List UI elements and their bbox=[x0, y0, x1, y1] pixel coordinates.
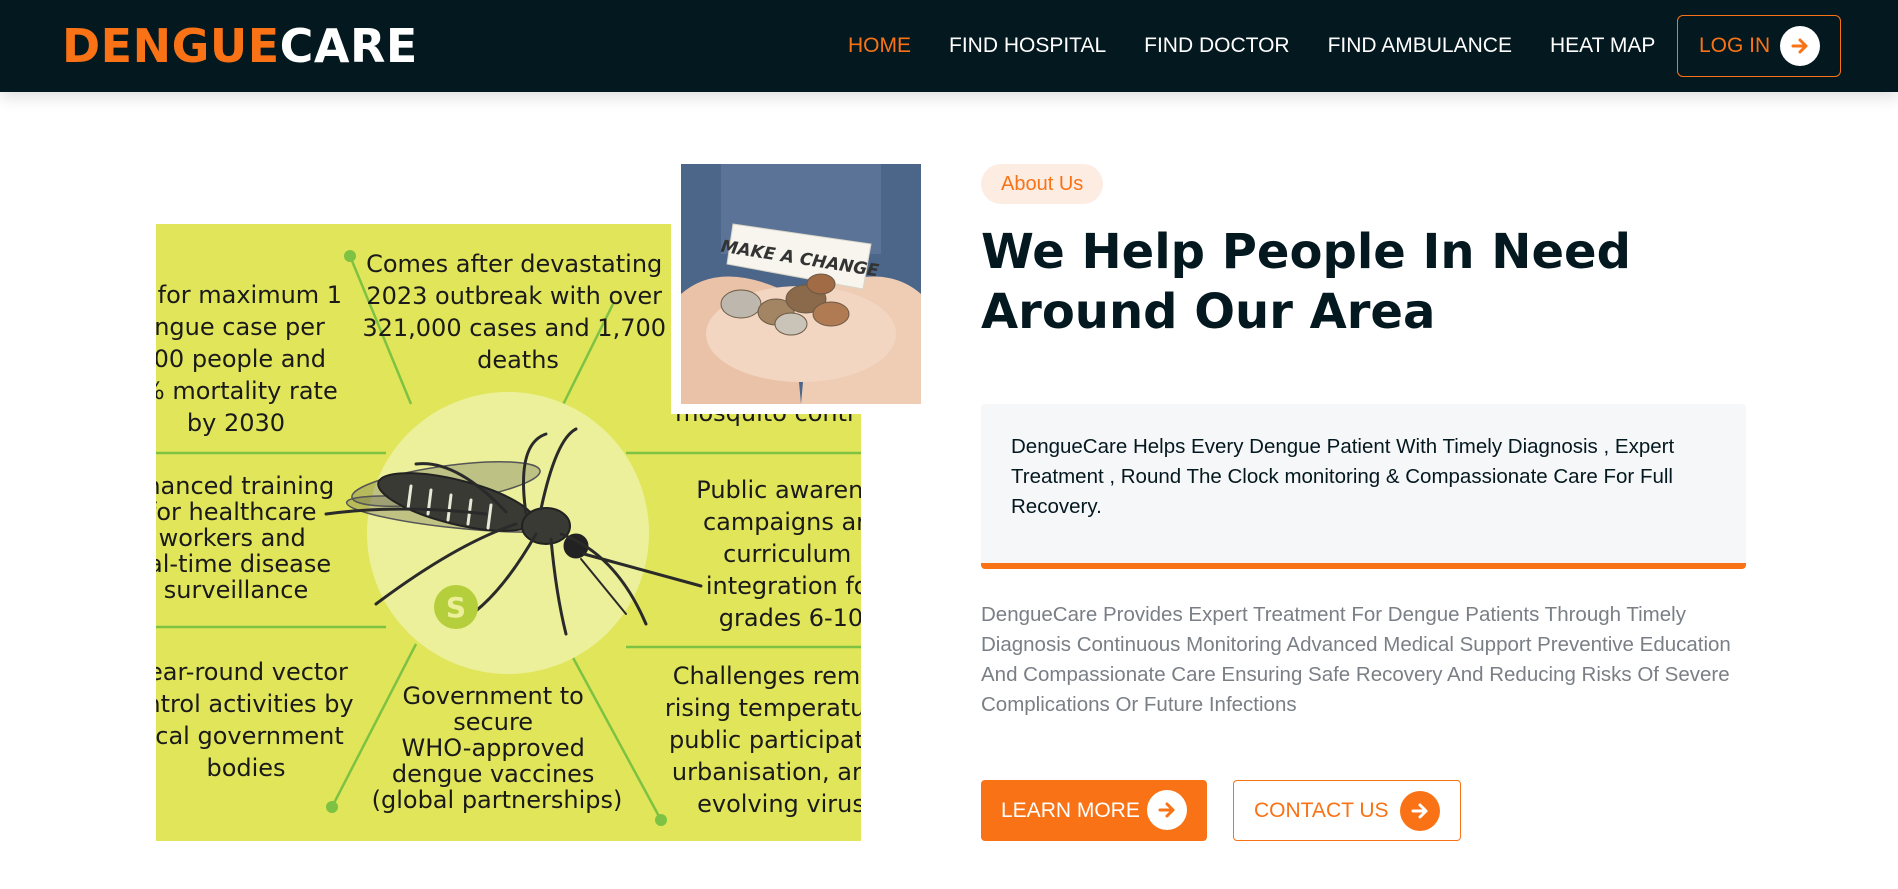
arrow-right-circle-icon bbox=[1780, 26, 1820, 66]
contact-us-label: CONTACT US bbox=[1254, 798, 1389, 822]
nav-item-find-hospital[interactable]: FIND HOSPITAL bbox=[949, 33, 1106, 59]
about-heading: We Help People In Need Around Our Area bbox=[981, 224, 1631, 340]
infographic-block-bottom-left: Year-round vector ontrol activities by o… bbox=[156, 658, 361, 782]
about-us-badge: About Us bbox=[981, 164, 1104, 204]
brand-logo-part-dengue: DENGUE bbox=[62, 19, 280, 73]
infographic-block-middle-left: nhanced training for healthcare workers … bbox=[156, 472, 342, 604]
nav-item-home[interactable]: HOME bbox=[848, 33, 911, 59]
login-button[interactable]: LOG IN bbox=[1677, 15, 1841, 77]
infographic-block-bottom-right: Challenges remai rising temperature publ… bbox=[665, 662, 861, 818]
learn-more-button[interactable]: LEARN MORE bbox=[981, 780, 1207, 841]
infographic-block-top-left: ns for maximum 1 engue case per 000 peop… bbox=[156, 281, 350, 437]
contact-us-button[interactable]: CONTACT US bbox=[1233, 780, 1461, 841]
brand-logo[interactable]: DENGUECARE bbox=[62, 18, 418, 74]
main-nav: HOME FIND HOSPITAL FIND DOCTOR FIND AMBU… bbox=[848, 33, 1655, 59]
learn-more-label: LEARN MORE bbox=[1001, 798, 1140, 822]
top-navbar: DENGUECARE HOME FIND HOSPITAL FIND DOCTO… bbox=[0, 0, 1898, 92]
highlight-text: DengueCare Helps Every Dengue Patient Wi… bbox=[1011, 435, 1675, 518]
nav-item-heat-map[interactable]: HEAT MAP bbox=[1550, 33, 1655, 59]
infographic-block-bottom-center: Government to secure WHO-approved dengue… bbox=[372, 682, 623, 814]
login-button-label: LOG IN bbox=[1699, 34, 1771, 57]
brand-logo-part-care: CARE bbox=[279, 19, 418, 73]
nav-item-find-ambulance[interactable]: FIND AMBULANCE bbox=[1328, 33, 1512, 59]
infographic-block-top-center: Comes after devastating 2023 outbreak wi… bbox=[362, 250, 673, 374]
arrow-right-circle-icon bbox=[1147, 790, 1187, 830]
infographic-block-middle-right: Public awarene campaigns an curriculum i… bbox=[696, 476, 861, 632]
about-description: DengueCare Provides Expert Treatment For… bbox=[981, 603, 1731, 716]
hands-with-coins-photo: MAKE A CHANGE bbox=[681, 164, 921, 404]
nav-item-find-doctor[interactable]: FIND DOCTOR bbox=[1144, 33, 1289, 59]
arrow-right-circle-icon bbox=[1400, 791, 1440, 831]
highlight-box: DengueCare Helps Every Dengue Patient Wi… bbox=[981, 404, 1746, 569]
infographic-logo-mark: S bbox=[446, 591, 466, 624]
